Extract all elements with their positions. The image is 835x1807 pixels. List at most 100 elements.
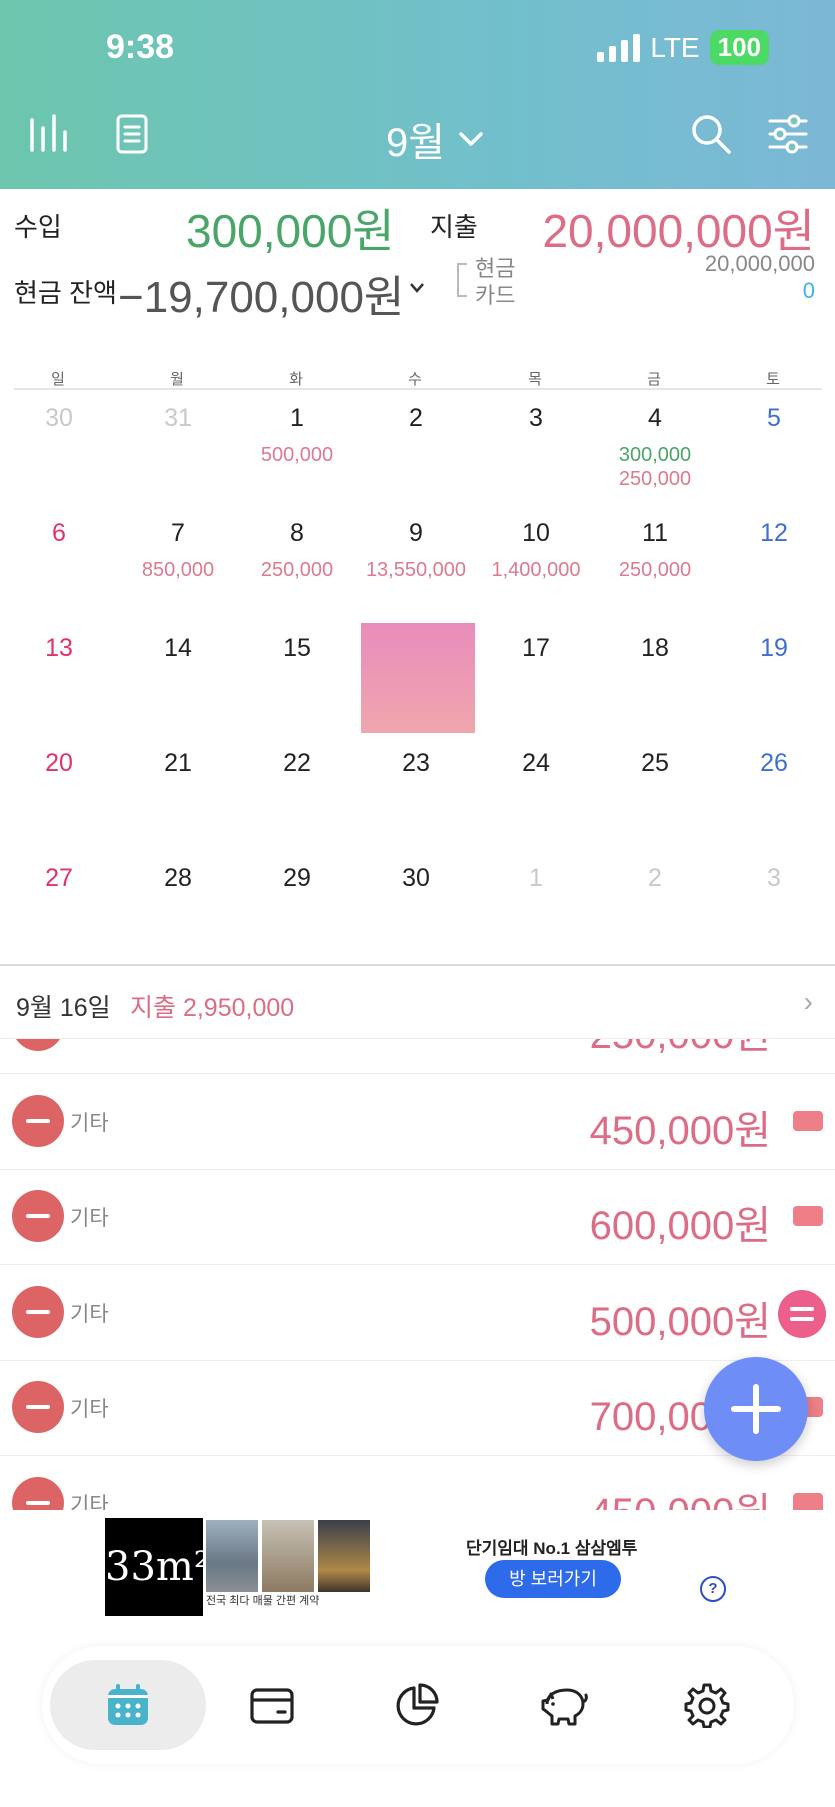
minus-icon [12,1476,64,1510]
month-selector[interactable]: 9월 [386,110,485,168]
day-number: 25 [641,749,669,777]
calendar-day[interactable]: 2 [596,852,714,967]
calendar-day[interactable]: 12 [715,507,833,622]
transaction-row[interactable]: 기타 450,000원 [0,1074,835,1170]
tab-calendar[interactable] [50,1660,206,1750]
plus-icon [731,1384,781,1434]
card-sub-label: 카드 [475,283,516,308]
calendar-day[interactable]: 10 1,400,000 [477,507,595,622]
calendar-day[interactable]: 1 500,000 [238,392,356,507]
card-sub-value: 0 [802,278,815,303]
calendar-day[interactable]: 24 [477,737,595,852]
calendar-day[interactable]: 7 850,000 [119,507,237,622]
transaction-row[interactable]: 기타 450,000원 [0,1456,835,1510]
calendar-day[interactable]: 14 [119,622,237,737]
calendar-day[interactable]: 20 [0,737,118,852]
day-expense: 250,000 [618,559,692,581]
weekday-label: 목 [528,371,542,388]
add-transaction-button[interactable] [704,1357,808,1461]
calendar-day[interactable]: 13 [0,622,118,737]
wallet-icon [250,1688,294,1724]
app-header: 9:38 LTE 100 9월 [0,0,835,189]
cash-balance-label: 현금 잔액 [14,278,117,308]
calendar-day[interactable]: 1 [477,852,595,967]
credit-card-icon [793,1110,823,1131]
search-icon[interactable] [689,112,733,156]
minus-icon [12,1381,64,1433]
chevron-right-icon[interactable]: › [804,986,813,1018]
income-label: 수입 [14,212,62,242]
calendar-day[interactable]: 11 250,000 [596,507,714,622]
day-number: 21 [164,749,192,777]
day-number: 4 [648,404,662,432]
equals-button[interactable] [778,1290,826,1338]
calendar-day[interactable]: 21 [119,737,237,852]
day-expense: 13,550,000 [365,559,467,581]
piggy-bank-icon [541,1688,588,1726]
calendar-icon [108,1684,148,1725]
tab-settings[interactable] [629,1660,785,1750]
calendar-day[interactable]: 25 [596,737,714,852]
calendar-day[interactable]: 4 300,000 250,000 [596,392,714,507]
cash-balance-value[interactable]: −19,700,000원 [118,261,404,325]
calendar-day[interactable]: 19 [715,622,833,737]
credit-card-icon [793,1206,823,1226]
calendar-day[interactable]: 29 [238,852,356,967]
day-income: 300,000 [618,444,692,466]
credit-card-icon [793,1492,823,1510]
calendar-day[interactable]: 30 [357,852,475,967]
calendar-day[interactable]: 23 [357,737,475,852]
ad-cta-button[interactable]: 방 보러가기 [485,1560,621,1598]
calendar-day[interactable]: 3 [477,392,595,507]
calendar-day[interactable]: 27 [0,852,118,967]
day-number: 15 [283,634,311,662]
ad-image [318,1520,370,1592]
calendar-day[interactable]: 26 [715,737,833,852]
selected-date: 9월 16일 [16,994,111,1022]
tab-wallet[interactable] [194,1660,350,1750]
transaction-row[interactable]: 기타 500,000원 [0,1265,835,1361]
cash-sub-value: 20,000,000 [704,251,815,276]
transaction-amount: 500,000원 [589,1299,771,1344]
status-time: 9:38 [106,28,175,66]
filter-icon[interactable] [766,112,810,156]
calendar-day[interactable]: 6 [0,507,118,622]
calendar-day[interactable]: 30 [0,392,118,507]
tab-statistics[interactable] [339,1660,495,1750]
calendar-day[interactable]: 31 [119,392,237,507]
calendar-day[interactable]: 18 [596,622,714,737]
day-number: 29 [283,864,311,892]
calendar-day[interactable]: 3 [715,852,833,967]
stats-icon[interactable] [26,112,70,156]
chevron-down-icon[interactable] [408,281,426,295]
ad-banner[interactable]: 33m² 전국 최다 매물 간편 계약 단기임대 No.1 삼삼엠투 방 보러가… [0,1510,835,1620]
calendar-day[interactable]: 17 [477,622,595,737]
ad-image [206,1520,258,1592]
day-number: 8 [290,519,304,547]
weekday-label: 수 [408,371,422,388]
day-number: 5 [767,404,781,432]
day-number: 18 [641,634,669,662]
day-number: 27 [45,864,73,892]
calendar-day[interactable]: 8 250,000 [238,507,356,622]
ad-help-icon[interactable]: ? [700,1576,726,1602]
transaction-row[interactable]: 기타 600,000원 [0,1169,835,1265]
income-value: 300,000원 [186,205,395,257]
calendar-day[interactable]: 2 [357,392,475,507]
day-number: 3 [529,404,543,432]
list-icon[interactable] [110,112,154,156]
day-number: 17 [522,634,550,662]
day-number: 24 [522,749,550,777]
calendar-day[interactable]: 28 [119,852,237,967]
ad-headline: 단기임대 No.1 삼삼엠투 [466,1539,638,1558]
day-summary-bar[interactable]: 9월 16일 지출 2,950,000 › [0,966,835,1039]
tab-savings[interactable] [484,1660,640,1750]
calendar-day[interactable]: 15 [238,622,356,737]
transaction-amount: 600,000원 [589,1204,771,1248]
calendar-day[interactable]: 22 [238,737,356,852]
day-expense: 250,000 [618,468,692,490]
minus-icon [12,1190,64,1242]
calendar-day[interactable]: 5 [715,392,833,507]
ad-image [262,1520,314,1592]
calendar-day[interactable]: 9 13,550,000 [357,507,475,622]
